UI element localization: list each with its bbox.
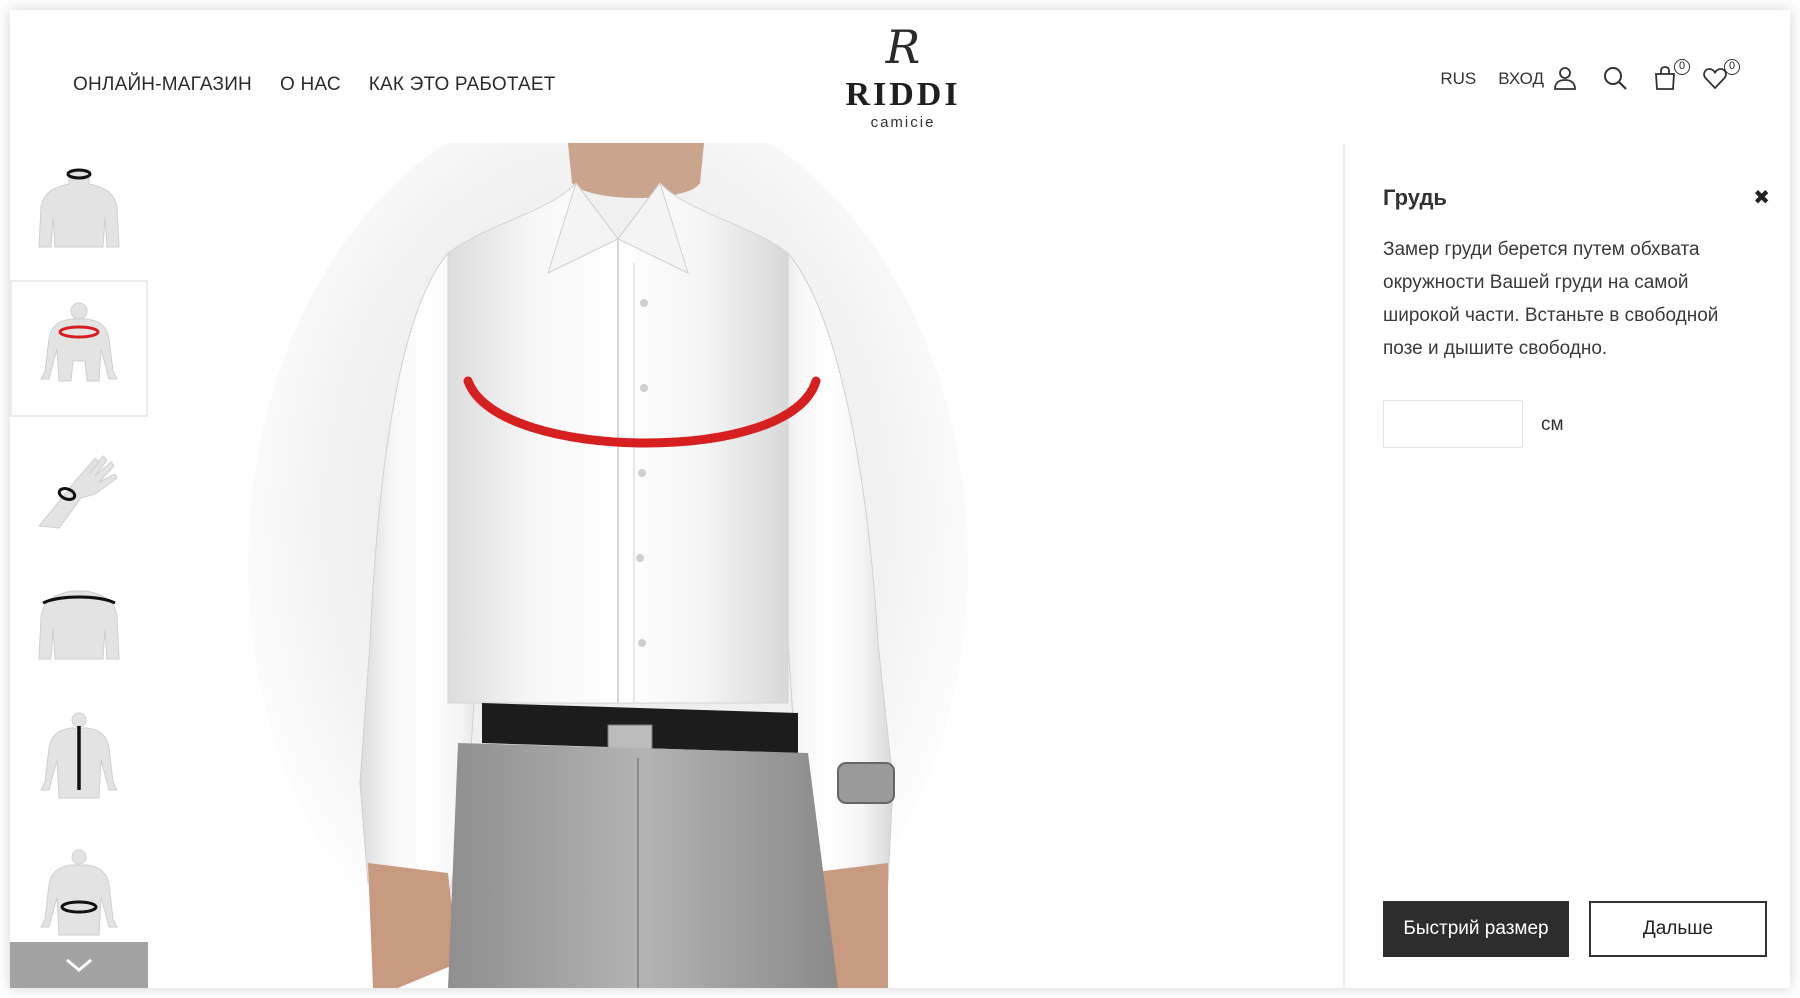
- wishlist-count-badge: 0: [1724, 59, 1740, 75]
- main-nav: ОНЛАЙН-МАГАЗИН О НАС КАК ЭТО РАБОТАЕТ: [73, 74, 556, 96]
- thumbnails-scroll-down-button[interactable]: [10, 942, 148, 988]
- nav-how-it-works-link[interactable]: КАК ЭТО РАБОТАЕТ: [369, 74, 556, 96]
- thumb-shoulders[interactable]: [10, 554, 148, 691]
- login-label: ВХОД: [1498, 69, 1544, 88]
- shoulders-measure-icon: [38, 590, 120, 659]
- user-icon: [1552, 65, 1580, 93]
- next-button[interactable]: Дальше: [1589, 901, 1767, 957]
- thumb-wrist[interactable]: [10, 417, 148, 554]
- quick-size-button[interactable]: Быстрий размер: [1383, 901, 1569, 957]
- login-button[interactable]: ВХОД: [1498, 65, 1580, 93]
- measurement-thumbnails: [10, 143, 148, 988]
- waist-measure-icon: [40, 849, 118, 935]
- close-icon[interactable]: ✖: [1753, 188, 1770, 208]
- chevron-down-icon: [66, 958, 92, 972]
- logo-name: RIDDI: [845, 76, 961, 113]
- search-icon[interactable]: [1602, 65, 1630, 93]
- model-image: [148, 143, 1343, 988]
- thumb-neck[interactable]: [10, 143, 148, 280]
- language-switch[interactable]: RUS: [1440, 69, 1476, 89]
- wishlist-button[interactable]: 0: [1702, 59, 1740, 93]
- app-frame: ОНЛАЙН-МАГАЗИН О НАС КАК ЭТО РАБОТАЕТ R …: [10, 10, 1790, 988]
- shirt-model-illustration: [248, 143, 968, 988]
- back-length-measure-icon: [40, 712, 118, 798]
- measurement-panel: Грудь ✖ Замер груди берется путем обхват…: [1343, 143, 1790, 988]
- wrist-measure-icon: [38, 454, 118, 529]
- site-header: ОНЛАЙН-МАГАЗИН О НАС КАК ЭТО РАБОТАЕТ R …: [10, 10, 1790, 143]
- thumb-chest[interactable]: [10, 280, 148, 417]
- nav-about-link[interactable]: О НАС: [280, 74, 341, 96]
- neck-measure-icon: [38, 168, 120, 247]
- cart-button[interactable]: 0: [1652, 59, 1690, 93]
- measurement-title: Грудь: [1383, 185, 1447, 210]
- cart-count-badge: 0: [1674, 59, 1690, 75]
- brand-logo[interactable]: R RIDDI camicie: [816, 24, 990, 136]
- header-actions: RUS ВХОД 0 0: [1440, 59, 1740, 93]
- chest-size-input[interactable]: [1383, 400, 1523, 448]
- logo-monogram: R: [885, 20, 921, 74]
- nav-shop-link[interactable]: ОНЛАЙН-МАГАЗИН: [73, 74, 252, 96]
- logo-subtitle: camicie: [870, 114, 936, 131]
- thumb-back-length[interactable]: [10, 691, 148, 828]
- unit-label: см: [1541, 414, 1564, 435]
- measurement-description: Замер груди берется путем обхвата окружн…: [1383, 239, 1719, 359]
- chest-measure-icon: [40, 302, 118, 381]
